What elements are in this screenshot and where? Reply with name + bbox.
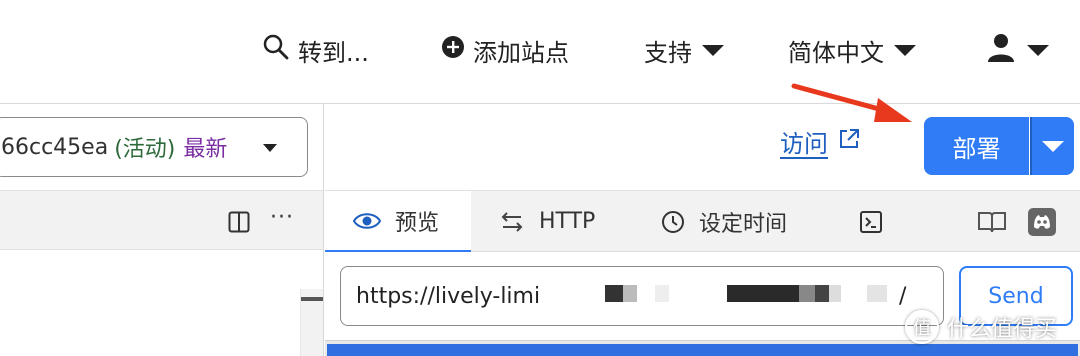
- redacted-block: [815, 285, 829, 302]
- chevron-down-icon: [894, 44, 916, 56]
- redacted-block: [727, 285, 799, 302]
- watermark: 值 什么值得买: [905, 310, 1057, 344]
- user-menu[interactable]: [985, 30, 1049, 70]
- deployment-status: (活动): [114, 137, 176, 162]
- search-icon: [262, 33, 290, 67]
- code-editor-pane: 66cc45ea (活动) 最新 ···: [0, 104, 324, 356]
- tab-preview[interactable]: 预览: [325, 191, 471, 252]
- support-menu[interactable]: 支持: [644, 30, 724, 70]
- split-view-icon[interactable]: [228, 211, 250, 237]
- deploy-button[interactable]: 部署: [924, 117, 1029, 175]
- redacted-block: [605, 285, 623, 302]
- tab-label: HTTP: [539, 209, 596, 234]
- url-value: https://lively-limi: [356, 283, 541, 309]
- chevron-down-icon: [702, 44, 724, 56]
- redacted-block: [829, 285, 841, 302]
- support-label: 支持: [644, 38, 692, 67]
- redacted-block: [655, 285, 669, 302]
- add-site-button[interactable]: 添加站点: [441, 30, 569, 70]
- preview-content: [327, 344, 1078, 356]
- preview-tabs: 预览 HTTP 设定时间: [325, 190, 1080, 252]
- preview-url-input[interactable]: https://lively-limi /: [340, 266, 944, 326]
- scrollbar-thumb[interactable]: [301, 297, 323, 301]
- chevron-down-icon: [1027, 44, 1049, 56]
- goto-label: 转到...: [298, 38, 369, 67]
- code-editor[interactable]: [0, 251, 323, 356]
- clock-icon: [661, 210, 685, 234]
- deployment-hash: 66cc45ea: [1, 134, 109, 160]
- goto-search[interactable]: 转到...: [262, 30, 369, 70]
- tab-label: 设定时间: [699, 211, 788, 237]
- url-tail: /: [899, 283, 907, 309]
- tab-label: 预览: [395, 210, 440, 236]
- deployment-select[interactable]: 66cc45ea (活动) 最新: [0, 117, 308, 177]
- send-label: Send: [988, 283, 1044, 309]
- redacted-block: [799, 285, 815, 302]
- redacted-block: [623, 285, 637, 302]
- chevron-down-icon: [1042, 141, 1064, 152]
- terminal-icon: [859, 210, 883, 234]
- editor-scrollbar[interactable]: [300, 289, 323, 356]
- eye-icon: [353, 211, 381, 231]
- more-options-icon[interactable]: ···: [270, 205, 294, 230]
- language-menu[interactable]: 简体中文: [788, 30, 916, 70]
- tab-schedule[interactable]: 设定时间: [661, 191, 787, 252]
- tab-terminal[interactable]: [859, 191, 897, 252]
- discord-icon: [1028, 207, 1056, 236]
- deployment-tag: 最新: [183, 137, 228, 162]
- annotation-arrow-icon: [791, 83, 912, 122]
- deploy-options-button[interactable]: [1030, 117, 1074, 175]
- tab-http[interactable]: HTTP: [499, 191, 595, 252]
- deploy-label: 部署: [952, 134, 1001, 163]
- swap-arrows-icon: [499, 211, 525, 233]
- language-label: 简体中文: [788, 38, 884, 67]
- tab-docs[interactable]: [977, 191, 1021, 252]
- tab-discord[interactable]: [1028, 191, 1070, 252]
- user-icon: [985, 31, 1017, 69]
- chevron-down-icon: [263, 144, 277, 152]
- watermark-badge: 值: [905, 310, 939, 344]
- editor-toolbar: ···: [0, 190, 323, 250]
- redacted-block: [867, 285, 887, 302]
- plus-circle-icon: [441, 35, 465, 65]
- add-site-label: 添加站点: [473, 38, 569, 67]
- book-icon: [977, 210, 1007, 234]
- watermark-text: 什么值得买: [947, 317, 1058, 342]
